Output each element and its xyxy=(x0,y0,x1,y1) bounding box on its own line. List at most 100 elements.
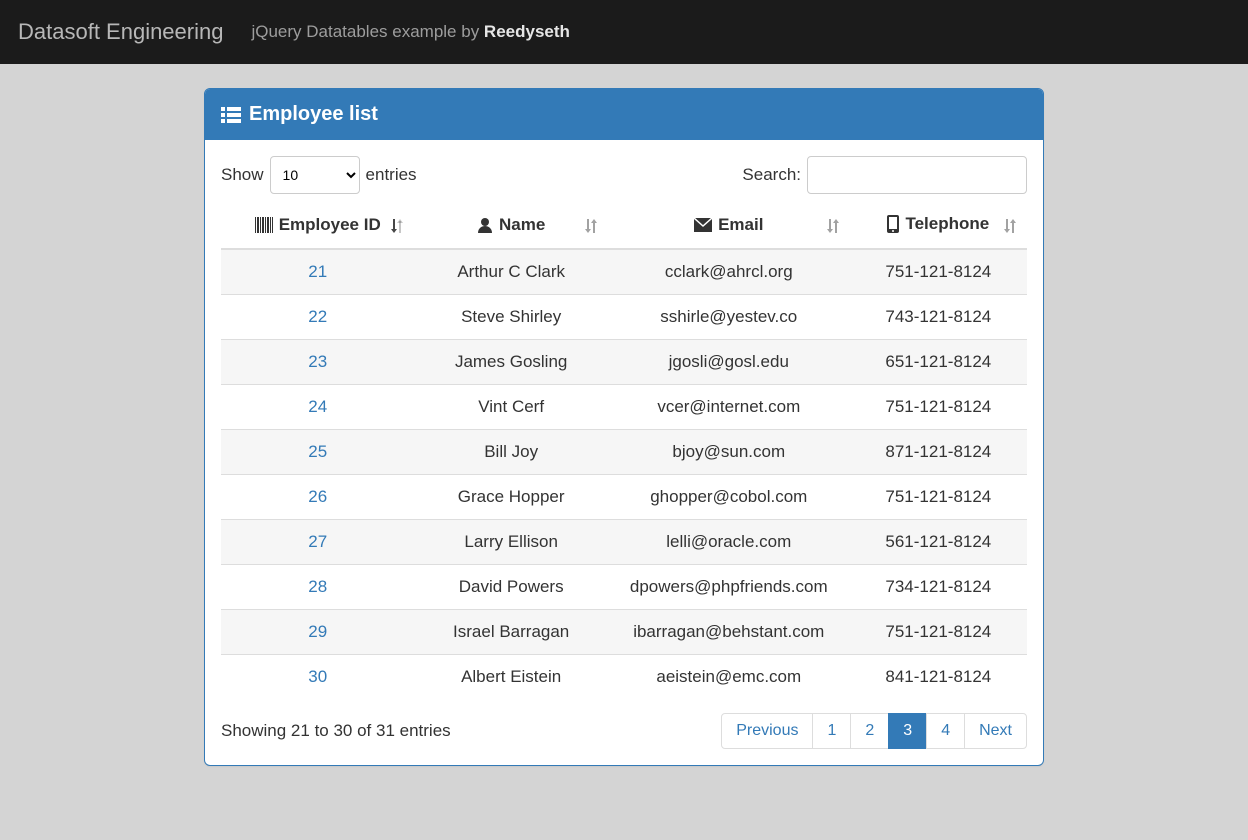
navbar-description: jQuery Datatables example by Reedyseth xyxy=(251,22,569,42)
cell-email: aeistein@emc.com xyxy=(608,655,850,700)
col-label: Email xyxy=(718,215,763,235)
cell-name: David Powers xyxy=(414,565,607,610)
col-label: Telephone xyxy=(905,214,989,234)
cell-email: sshirle@yestev.co xyxy=(608,295,850,340)
table-row: 30 Albert Eisteinaeistein@emc.com841-121-… xyxy=(221,655,1027,700)
sort-icon xyxy=(826,217,840,235)
panel-title: Employee list xyxy=(249,103,378,126)
col-header-telephone[interactable]: Telephone xyxy=(850,204,1027,249)
cell-email: dpowers@phpfriends.com xyxy=(608,565,850,610)
cell-id: 30 xyxy=(221,655,414,700)
cell-name: Albert Eistein xyxy=(414,655,607,700)
employee-panel: Employee list Show 10 entries Search: xyxy=(204,88,1044,766)
cell-name: Bill Joy xyxy=(414,430,607,475)
pagination: Previous1234Next xyxy=(721,713,1027,749)
table-row: 27 Larry Ellisonlelli@oracle.com561-121-8… xyxy=(221,520,1027,565)
entries-label: entries xyxy=(366,165,417,185)
page-prev[interactable]: Previous xyxy=(721,713,813,749)
table-row: 28 David Powersdpowers@phpfriends.com734-… xyxy=(221,565,1027,610)
page-2[interactable]: 2 xyxy=(850,713,889,749)
employee-id-link[interactable]: 28 xyxy=(308,577,327,596)
cell-telephone: 743-121-8124 xyxy=(850,295,1027,340)
table-row: 23 James Goslingjgosli@gosl.edu651-121-81… xyxy=(221,340,1027,385)
sort-icon xyxy=(390,217,404,235)
table-row: 22 Steve Shirleysshirle@yestev.co743-121-… xyxy=(221,295,1027,340)
employee-id-link[interactable]: 24 xyxy=(308,397,327,416)
cell-id: 28 xyxy=(221,565,414,610)
cell-email: ibarragan@behstant.com xyxy=(608,610,850,655)
page-1[interactable]: 1 xyxy=(812,713,851,749)
col-header-name[interactable]: Name xyxy=(414,204,607,249)
col-header-employee-id[interactable]: Employee ID xyxy=(221,204,414,249)
table-row: 29 Israel Barraganibarragan@behstant.com7… xyxy=(221,610,1027,655)
employee-id-link[interactable]: 21 xyxy=(308,262,327,281)
cell-telephone: 751-121-8124 xyxy=(850,610,1027,655)
cell-telephone: 751-121-8124 xyxy=(850,475,1027,520)
employee-id-link[interactable]: 22 xyxy=(308,307,327,326)
envelope-icon xyxy=(694,218,712,232)
cell-telephone: 561-121-8124 xyxy=(850,520,1027,565)
employee-id-link[interactable]: 27 xyxy=(308,532,327,551)
employee-id-link[interactable]: 25 xyxy=(308,442,327,461)
cell-id: 29 xyxy=(221,610,414,655)
cell-name: James Gosling xyxy=(414,340,607,385)
cell-telephone: 871-121-8124 xyxy=(850,430,1027,475)
cell-telephone: 841-121-8124 xyxy=(850,655,1027,700)
phone-icon xyxy=(887,215,899,233)
employee-id-link[interactable]: 23 xyxy=(308,352,327,371)
table-row: 25 Bill Joybjoy@sun.com871-121-8124 xyxy=(221,430,1027,475)
cell-name: Grace Hopper xyxy=(414,475,607,520)
employee-id-link[interactable]: 30 xyxy=(308,667,327,686)
cell-name: Steve Shirley xyxy=(414,295,607,340)
brand[interactable]: Datasoft Engineering xyxy=(18,19,223,45)
cell-telephone: 751-121-8124 xyxy=(850,385,1027,430)
cell-name: Larry Ellison xyxy=(414,520,607,565)
sort-icon xyxy=(584,217,598,235)
show-label: Show xyxy=(221,165,264,185)
cell-id: 24 xyxy=(221,385,414,430)
employee-id-link[interactable]: 29 xyxy=(308,622,327,641)
cell-email: cclark@ahrcl.org xyxy=(608,249,850,295)
cell-email: bjoy@sun.com xyxy=(608,430,850,475)
cell-email: lelli@oracle.com xyxy=(608,520,850,565)
page-length-select[interactable]: 10 xyxy=(270,156,360,194)
desc-author: Reedyseth xyxy=(484,22,570,41)
cell-telephone: 734-121-8124 xyxy=(850,565,1027,610)
table-row: 24 Vint Cerfvcer@internet.com751-121-8124 xyxy=(221,385,1027,430)
user-icon xyxy=(477,217,493,233)
page-3[interactable]: 3 xyxy=(888,713,927,749)
cell-telephone: 751-121-8124 xyxy=(850,249,1027,295)
cell-id: 22 xyxy=(221,295,414,340)
search-label: Search: xyxy=(742,165,801,185)
desc-prefix: jQuery Datatables example by xyxy=(251,22,483,41)
cell-name: Arthur C Clark xyxy=(414,249,607,295)
cell-email: jgosli@gosl.edu xyxy=(608,340,850,385)
employee-table: Employee ID xyxy=(221,204,1027,699)
navbar: Datasoft Engineering jQuery Datatables e… xyxy=(0,0,1248,64)
employee-id-link[interactable]: 26 xyxy=(308,487,327,506)
sort-icon xyxy=(1003,217,1017,235)
col-header-email[interactable]: Email xyxy=(608,204,850,249)
cell-id: 26 xyxy=(221,475,414,520)
cell-name: Vint Cerf xyxy=(414,385,607,430)
cell-id: 23 xyxy=(221,340,414,385)
page-4[interactable]: 4 xyxy=(926,713,965,749)
table-info: Showing 21 to 30 of 31 entries xyxy=(221,721,451,741)
list-icon xyxy=(221,106,241,124)
table-row: 26 Grace Hopperghopper@cobol.com751-121-8… xyxy=(221,475,1027,520)
panel-heading: Employee list xyxy=(205,89,1043,140)
cell-email: ghopper@cobol.com xyxy=(608,475,850,520)
search-input[interactable] xyxy=(807,156,1027,194)
cell-id: 27 xyxy=(221,520,414,565)
search-control: Search: xyxy=(742,156,1027,194)
barcode-icon xyxy=(255,217,273,233)
cell-id: 21 xyxy=(221,249,414,295)
page-next[interactable]: Next xyxy=(964,713,1027,749)
cell-name: Israel Barragan xyxy=(414,610,607,655)
col-label: Name xyxy=(499,215,545,235)
cell-id: 25 xyxy=(221,430,414,475)
col-label: Employee ID xyxy=(279,215,381,235)
length-control: Show 10 entries xyxy=(221,156,417,194)
cell-telephone: 651-121-8124 xyxy=(850,340,1027,385)
cell-email: vcer@internet.com xyxy=(608,385,850,430)
